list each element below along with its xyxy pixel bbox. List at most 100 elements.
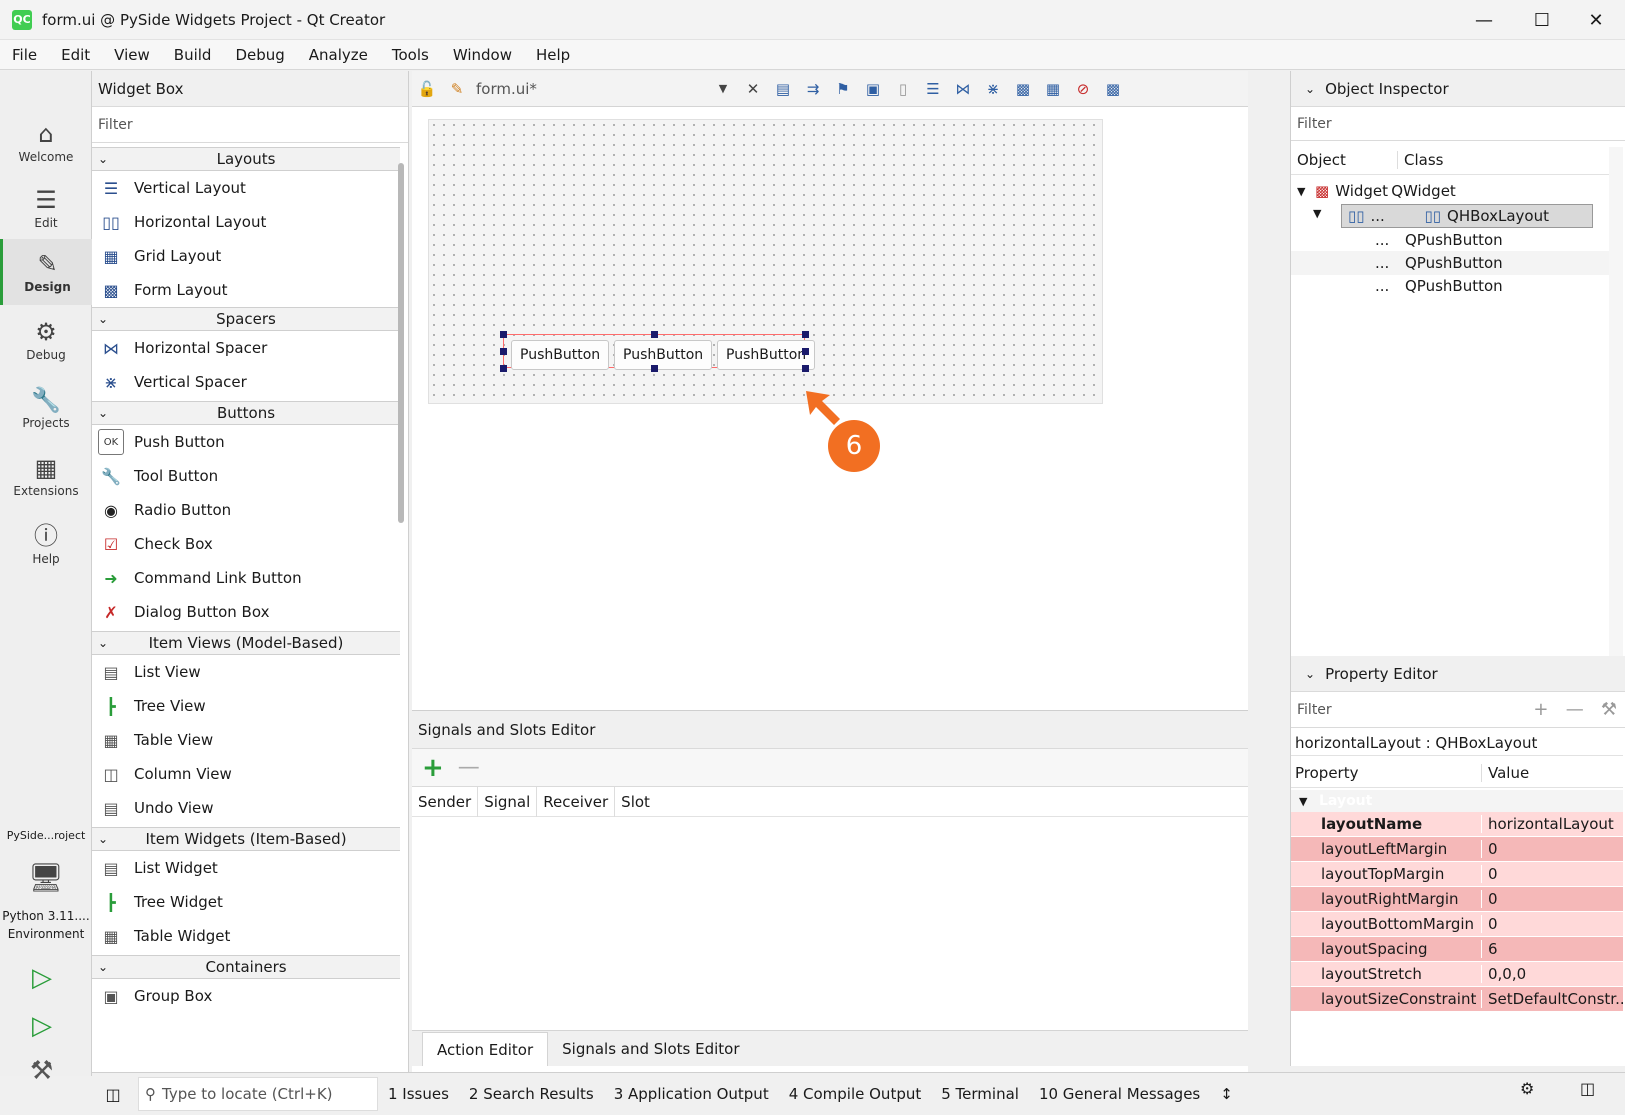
configure-wrench-icon[interactable]: ⚒: [1601, 699, 1617, 720]
lay-out-horizontally-icon[interactable]: ▯: [888, 76, 918, 102]
widget-radio-button[interactable]: ◉ Radio Button: [92, 493, 400, 527]
property-row[interactable]: layoutStretch 0,0,0: [1291, 962, 1623, 987]
mode-debug[interactable]: ⚙ Debug: [0, 307, 92, 373]
category-containers[interactable]: ⌄ Containers: [92, 955, 400, 979]
widget-box-filter-input[interactable]: Filter: [92, 107, 408, 143]
form-push-button-2[interactable]: PushButton: [614, 340, 713, 370]
mode-extensions[interactable]: ▦ Extensions: [0, 443, 92, 509]
widget-table-view[interactable]: ▦ Table View: [92, 723, 400, 757]
mode-help[interactable]: ⓘ Help: [0, 511, 92, 577]
form-push-button-3[interactable]: PushButton: [717, 340, 816, 370]
property-editor-header[interactable]: ⌄ Property Editor: [1291, 656, 1625, 692]
menu-analyze[interactable]: Analyze: [297, 46, 380, 64]
property-group-layout[interactable]: ▼ Layout: [1291, 790, 1623, 812]
output-pane-application-output[interactable]: 3 Application Output: [604, 1085, 779, 1103]
resize-handle[interactable]: [500, 365, 507, 372]
form-layout-tool-icon[interactable]: ▩: [1008, 76, 1038, 102]
widget-list-view[interactable]: ▤ List View: [92, 655, 400, 689]
maximize-button[interactable]: ☐: [1513, 0, 1571, 40]
menu-window[interactable]: Window: [441, 46, 524, 64]
resize-handle[interactable]: [651, 365, 658, 372]
add-connection-icon[interactable]: +: [422, 753, 444, 783]
widget-column-view[interactable]: ◫ Column View: [92, 757, 400, 791]
tab-action-editor[interactable]: Action Editor: [422, 1032, 549, 1066]
build-hammer-icon[interactable]: ⚒: [30, 1056, 53, 1086]
column-object[interactable]: Object: [1291, 151, 1397, 169]
menu-view[interactable]: View: [102, 46, 162, 64]
chevron-down-icon[interactable]: ▼: [708, 76, 738, 102]
category-item-widgets[interactable]: ⌄ Item Widgets (Item-Based): [92, 827, 400, 851]
widget-box-scrollbar[interactable]: [398, 163, 404, 523]
widget-push-button[interactable]: OK Push Button: [92, 425, 400, 459]
chevron-up-down-icon[interactable]: ↕: [1210, 1085, 1243, 1103]
minimize-button[interactable]: —: [1455, 0, 1513, 40]
menu-tools[interactable]: Tools: [380, 46, 441, 64]
object-inspector-header[interactable]: ⌄ Object Inspector: [1291, 71, 1625, 107]
widget-dialog-button-box[interactable]: ✗ Dialog Button Box: [92, 595, 400, 629]
close-window-button[interactable]: ✕: [1567, 0, 1625, 40]
project-selector-label[interactable]: PySide...roject: [0, 829, 92, 842]
menu-help[interactable]: Help: [524, 46, 582, 64]
widget-tool-button[interactable]: 🔧 Tool Button: [92, 459, 400, 493]
menu-edit[interactable]: Edit: [49, 46, 102, 64]
widget-table-widget[interactable]: ▦ Table Widget: [92, 919, 400, 953]
output-pane-search-results[interactable]: 2 Search Results: [459, 1085, 604, 1103]
menu-file[interactable]: File: [0, 46, 49, 64]
category-layouts[interactable]: ⌄ Layouts: [92, 147, 400, 171]
run-icon[interactable]: ▷: [32, 963, 52, 993]
add-dynamic-property-icon[interactable]: +: [1533, 699, 1548, 720]
grid-layout-tool-icon[interactable]: ▦: [1038, 76, 1068, 102]
edit-tab-order-icon[interactable]: ▣: [858, 76, 888, 102]
mode-welcome[interactable]: ⌂ Welcome: [0, 109, 92, 175]
resize-handle[interactable]: [802, 331, 809, 338]
category-spacers[interactable]: ⌄ Spacers: [92, 307, 400, 331]
widget-grid-layout[interactable]: ▦ Grid Layout: [92, 239, 400, 273]
chevron-down-icon[interactable]: ▼: [1313, 207, 1321, 220]
column-class[interactable]: Class: [1397, 150, 1443, 169]
widget-tree-widget[interactable]: ┣ Tree Widget: [92, 885, 400, 919]
mode-edit[interactable]: ☰ Edit: [0, 175, 92, 241]
resize-handle[interactable]: [500, 348, 507, 355]
tree-row-pushbutton-3[interactable]: ... QPushButton: [1291, 274, 1623, 298]
edit-widgets-icon[interactable]: ▤: [768, 76, 798, 102]
output-pane-compile-output[interactable]: 4 Compile Output: [779, 1085, 932, 1103]
widget-horizontal-layout[interactable]: ▯▯ Horizontal Layout: [92, 205, 400, 239]
tree-row-pushbutton-1[interactable]: ... QPushButton: [1291, 228, 1623, 252]
widget-undo-view[interactable]: ▤ Undo View: [92, 791, 400, 825]
tree-row-widget[interactable]: ▼ ▩ Widget QWidget: [1291, 179, 1623, 203]
resize-handle[interactable]: [651, 331, 658, 338]
property-row[interactable]: layoutBottomMargin 0: [1291, 912, 1623, 937]
column-value[interactable]: Value: [1481, 763, 1529, 782]
menu-build[interactable]: Build: [162, 46, 224, 64]
remove-connection-icon[interactable]: —: [458, 755, 480, 780]
monitor-icon[interactable]: 🖥: [28, 861, 64, 894]
widget-vertical-layout[interactable]: ☰ Vertical Layout: [92, 171, 400, 205]
category-buttons[interactable]: ⌄ Buttons: [92, 401, 400, 425]
menu-debug[interactable]: Debug: [223, 46, 296, 64]
edit-signals-slots-icon[interactable]: ⇉: [798, 76, 828, 102]
remove-dynamic-property-icon[interactable]: —: [1566, 699, 1584, 720]
mode-projects[interactable]: 🔧 Projects: [0, 375, 92, 441]
widget-tree-view[interactable]: ┣ Tree View: [92, 689, 400, 723]
resize-handle[interactable]: [802, 365, 809, 372]
output-pane-general-messages[interactable]: 10 General Messages: [1029, 1085, 1210, 1103]
property-row[interactable]: layoutSizeConstraint SetDefaultConstr...: [1291, 987, 1623, 1012]
property-row[interactable]: layoutRightMargin 0: [1291, 887, 1623, 912]
column-receiver[interactable]: Receiver: [537, 786, 616, 817]
toggle-sidebar-icon[interactable]: ◫: [98, 1079, 128, 1109]
debug-run-icon[interactable]: ▷: [32, 1011, 52, 1041]
locator-input[interactable]: ⚲ Type to locate (Ctrl+K): [138, 1077, 378, 1111]
toggle-right-sidebar-icon[interactable]: ◫: [1580, 1079, 1595, 1098]
column-slot[interactable]: Slot: [615, 787, 656, 817]
tree-row-pushbutton-2[interactable]: ... QPushButton: [1291, 251, 1623, 275]
property-row[interactable]: layoutLeftMargin 0: [1291, 837, 1623, 862]
object-inspector-filter-input[interactable]: Filter: [1291, 107, 1625, 141]
column-sender[interactable]: Sender: [412, 786, 479, 817]
lock-icon[interactable]: 🔓: [412, 76, 442, 102]
mode-design[interactable]: ✎ Design: [0, 239, 92, 305]
property-row[interactable]: layoutSpacing 6: [1291, 937, 1623, 962]
vertical-splitter-icon[interactable]: ⋇: [978, 76, 1008, 102]
resize-handle[interactable]: [500, 331, 507, 338]
open-file-selector[interactable]: form.ui*: [472, 80, 708, 98]
widget-vertical-spacer[interactable]: ⋇ Vertical Spacer: [92, 365, 400, 399]
